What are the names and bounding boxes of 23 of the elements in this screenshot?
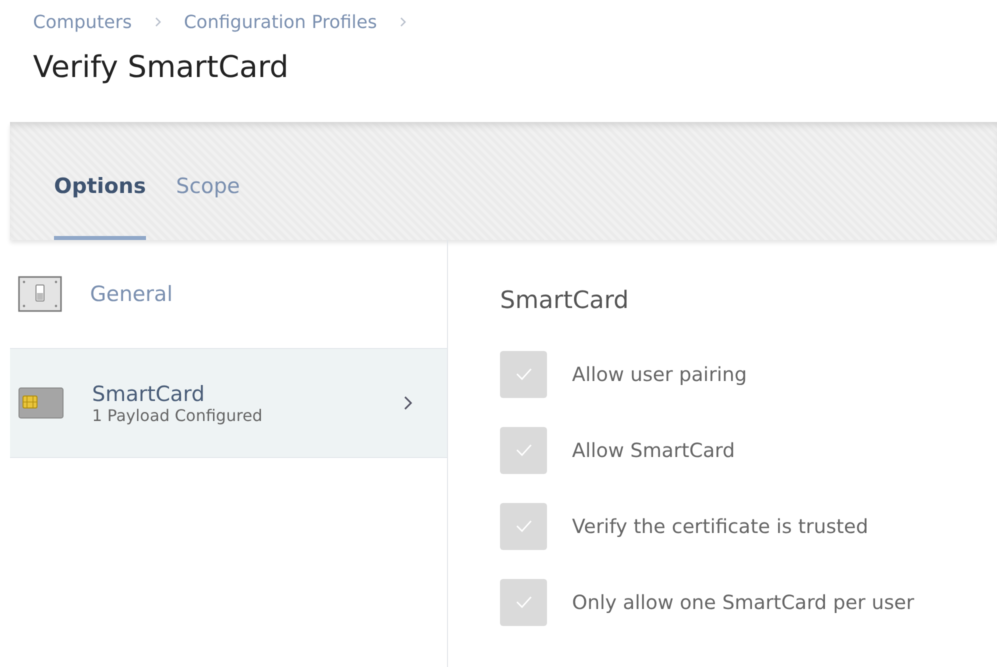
payload-item[interactable]: SmartCard 1 Payload Configured <box>10 349 447 458</box>
checkmark-icon <box>514 442 534 458</box>
tab[interactable]: Options <box>54 174 146 240</box>
tab[interactable]: Scope <box>176 174 240 240</box>
payload-name: SmartCard <box>92 382 206 406</box>
breadcrumb-link[interactable]: Configuration Profiles <box>184 12 377 32</box>
option-label: Verify the certificate is trusted <box>572 514 868 538</box>
checkmark-icon <box>514 594 534 610</box>
chevron-right-icon <box>399 16 407 28</box>
chevron-right-icon <box>403 395 413 411</box>
checkmark-icon <box>514 366 534 382</box>
option-label: Allow SmartCard <box>572 438 735 462</box>
payload-name: General <box>90 282 174 306</box>
switch-icon <box>18 276 62 312</box>
option-label: Only allow one SmartCard per user <box>572 590 914 614</box>
breadcrumb-link[interactable]: Computers <box>33 12 132 32</box>
smart-card-icon <box>18 387 64 419</box>
payload-subtitle: 1 Payload Configured <box>92 406 264 424</box>
checkmark-icon <box>514 518 534 534</box>
page-title: Verify SmartCard <box>33 50 290 87</box>
section-heading: SmartCard <box>500 286 630 314</box>
chevron-right-icon <box>154 16 162 28</box>
option-label: Allow user pairing <box>572 362 747 386</box>
